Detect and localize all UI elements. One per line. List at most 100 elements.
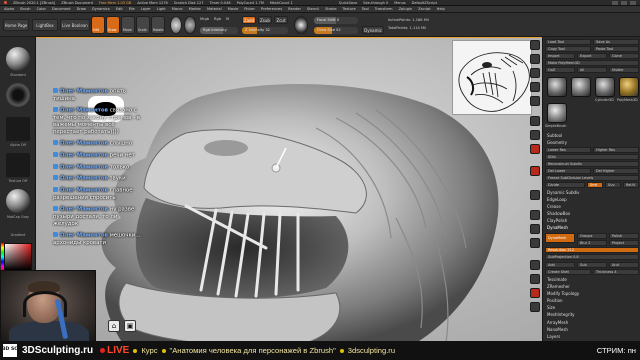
rotate-mode-button[interactable]: Rotate [151,16,165,34]
shadowbox-header[interactable]: ShadowBox [545,211,639,217]
reuv-toggle[interactable]: ReUV [623,182,639,188]
persp-button[interactable] [530,116,540,126]
stroke-dots-icon[interactable] [6,83,30,107]
menu-stroke[interactable]: Stroke [325,7,336,11]
simple-brush-icon[interactable] [547,103,567,123]
dynamic-button[interactable]: Dynamic [362,26,384,34]
copy-tool-button[interactable]: Copy Tool [545,46,591,52]
z-intensity-slider[interactable]: Z Intensity 32 [242,27,288,34]
menu-file[interactable]: File [129,7,135,11]
menu-color[interactable]: Color [37,7,46,11]
draw-size-slider[interactable]: Draw Size 52 [314,27,358,34]
polish-toggle[interactable]: Polish [609,233,639,239]
reconstruct-subdiv-button[interactable]: Reconstruct Subdiv [545,161,639,167]
menu-transform[interactable]: Transform [375,7,393,11]
crease-header[interactable]: Crease [545,204,639,210]
live-boolean-button[interactable]: Live Boolean [60,19,90,31]
project-toggle[interactable]: Project [609,240,639,246]
and-button[interactable]: And [609,262,639,268]
add-button[interactable]: Add [545,262,575,268]
arraymesh-header[interactable]: ArrayMesh [545,320,639,326]
claypolish-header[interactable]: ClayPolish [545,218,639,224]
save-as-button[interactable]: Save As [593,39,639,45]
scale-mode-button[interactable]: Scale [136,16,150,34]
texture-off-icon[interactable] [6,153,30,177]
menu-texture[interactable]: Texture [343,7,356,11]
color-picker[interactable] [4,243,32,271]
make-polymesh-button[interactable]: Make PolyMesh3D [545,60,639,66]
geometry-header[interactable]: Geometry [545,140,639,146]
menu-picker[interactable]: Picker [244,7,255,11]
menu-document[interactable]: Document [52,7,71,11]
aahalf-button[interactable] [530,96,540,106]
zsub-button[interactable]: Zsub [258,16,272,24]
size-header[interactable]: Size [545,305,639,311]
position-header[interactable]: Position [545,298,639,304]
goz-visible-button[interactable]: Visible [609,67,639,73]
draw-mode-button[interactable]: Draw [106,16,120,34]
actual-button[interactable] [530,82,540,92]
focal-shift-slider[interactable]: Focal Shift 0 [314,17,358,24]
blur-slider[interactable]: Blur 2 [577,240,607,246]
menus-button[interactable]: Menus [394,1,405,5]
divide-button[interactable]: Divide [545,182,585,188]
cube-icon[interactable]: ▣ [124,320,136,332]
brush-standard-icon[interactable] [6,47,30,71]
brush-sphere-icon[interactable] [184,16,196,34]
zoom-button[interactable] [530,68,540,78]
layers-header[interactable]: Layers [545,334,639,340]
home-icon[interactable]: ⌂ [108,320,120,332]
rotate-view-button[interactable] [530,238,540,248]
thickness-slider[interactable]: Thickness 4 [593,269,639,275]
quicksave-button[interactable]: QuickSave [339,1,358,5]
home-page-button[interactable]: Home Page [3,19,29,31]
clone-button[interactable]: Clone [609,53,639,59]
menu-brush[interactable]: Brush [20,7,30,11]
m-button[interactable]: M [226,17,229,21]
menu-preferences[interactable]: Preferences [261,7,282,11]
sub-button[interactable]: Sub [577,262,607,268]
dynamesh-button[interactable]: DynaMesh [545,233,575,243]
higher-res-button[interactable]: Higher Res [593,147,639,153]
subtool-header[interactable]: Subtool [545,133,639,139]
tool-thumbnail-icon[interactable] [547,77,567,97]
menu-macro[interactable]: Macro [172,7,183,11]
del-lower-button[interactable]: Del Lower [545,168,591,174]
default-zscript-button[interactable]: DefaultZScript [412,1,437,5]
resolution-slider[interactable]: Resolution 512 [545,247,639,253]
frame-button[interactable] [530,190,540,200]
alpha-off-icon[interactable] [6,117,30,141]
material-sphere-icon[interactable] [170,16,182,34]
menu-zplugin[interactable]: Zplugin [399,7,413,11]
dynamic-subdiv-header[interactable]: Dynamic Subdiv [545,190,639,196]
suv-toggle[interactable]: Suv [605,182,621,188]
menu-layer[interactable]: Layer [141,7,151,11]
meshintegrity-header[interactable]: MeshIntegrity [545,312,639,318]
local-button[interactable] [530,144,540,154]
paste-tool-button[interactable]: Paste Tool [593,46,639,52]
menu-edit[interactable]: Edit [116,7,123,11]
export-button[interactable]: Export [577,53,607,59]
move-mode-button[interactable]: Move [121,16,135,34]
menu-alpha[interactable]: Alpha [4,7,14,11]
rgb-intensity-slider[interactable]: Rgb Intensity [200,27,238,34]
minimize-button[interactable] [612,0,618,5]
menu-dynamics[interactable]: Dynamics [92,7,110,11]
menu-render[interactable]: Render [288,7,301,11]
import-button[interactable]: Import [545,53,575,59]
smt-toggle[interactable]: Smt [587,182,603,188]
polymesh3d-icon[interactable] [619,77,639,97]
move-view-button[interactable] [530,210,540,220]
tessimate-header[interactable]: Tessimate [545,277,639,283]
solo-button[interactable] [530,288,540,298]
menu-zscript[interactable]: Zscript [418,7,430,11]
menu-movie[interactable]: Movie [228,7,239,11]
menu-light[interactable]: Light [157,7,166,11]
del-higher-button[interactable]: Del Higher [593,168,639,174]
menu-material[interactable]: Material [207,7,222,11]
dynamesh-header[interactable]: DynaMesh [545,225,639,231]
draw-size-icon[interactable] [294,16,308,34]
menu-stencil[interactable]: Stencil [307,7,319,11]
nanomesh-header[interactable]: NanoMesh [545,327,639,333]
floor-button[interactable] [530,130,540,140]
